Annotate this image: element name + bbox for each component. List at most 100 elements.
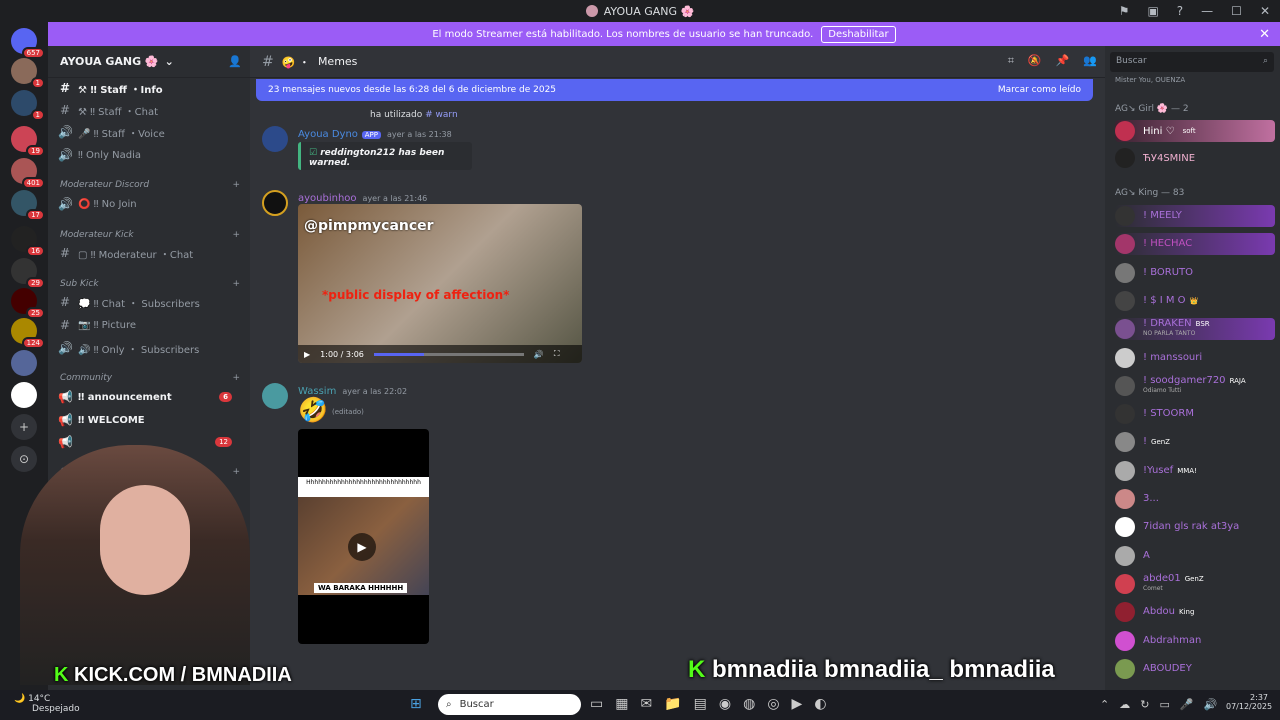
member-item[interactable]: ! DRAKEN BSR NO PARLA TANTO	[1115, 318, 1275, 341]
avatar[interactable]	[262, 126, 288, 152]
discord-home-icon[interactable]: 657	[11, 28, 45, 59]
channel-item[interactable]: 🔊 ‼ Only Nadia	[58, 145, 238, 165]
taskbar-search[interactable]: ⌕ Buscar	[438, 694, 581, 715]
server-icon[interactable]: 1	[11, 90, 45, 121]
channel-item[interactable]: # 📷 ‼ Picture	[58, 315, 238, 335]
server-icon[interactable]: 16	[11, 226, 45, 257]
category-header[interactable]: Community +	[60, 373, 240, 383]
obs-icon[interactable]: ◎	[767, 696, 779, 712]
sync-icon[interactable]: ↻	[1140, 698, 1149, 711]
windows-start-icon[interactable]: ⊞	[410, 696, 422, 712]
member-item[interactable]: ! STOORM	[1115, 403, 1275, 425]
progress-bar[interactable]	[373, 352, 524, 356]
category-header[interactable]: Sub Kick +	[60, 279, 240, 289]
member-item[interactable]: 7idan gls rak at3ya	[1115, 516, 1275, 538]
network-icon[interactable]: ▭	[1159, 698, 1169, 711]
task-view-icon[interactable]: ▭	[590, 696, 603, 712]
outlook-icon[interactable]: ✉	[640, 696, 652, 712]
video-player[interactable]: @pimpmycancer *public display of affecti…	[298, 204, 582, 363]
maximize-button[interactable]: ☐	[1231, 4, 1242, 18]
channel-item[interactable]: # ▢ ‼ Moderateur ・Chat	[58, 243, 238, 263]
mute-icon[interactable]: 🔕	[1028, 54, 1042, 68]
badge: 1	[30, 109, 45, 121]
server-header[interactable]: AYOUA GANG 🌸 ⌄ 👤	[48, 46, 250, 78]
plus-icon[interactable]: +	[232, 230, 240, 240]
play-icon[interactable]: ▶	[348, 533, 376, 561]
media-icon[interactable]: ▶	[792, 696, 803, 712]
close-window-button[interactable]: ✕	[1260, 4, 1270, 18]
username[interactable]: Ayoua Dyno	[298, 129, 358, 140]
member-item[interactable]: 3...	[1115, 488, 1275, 510]
server-icon[interactable]: 1	[11, 58, 45, 89]
command-link[interactable]: # warn	[425, 110, 458, 120]
volume-icon[interactable]: 🔊	[1204, 698, 1218, 711]
new-messages-bar[interactable]: 23 mensajes nuevos desde las 6:28 del 6 …	[256, 79, 1093, 101]
server-icon[interactable]: 401	[11, 158, 45, 189]
member-item[interactable]: abde01 GenZ Comet	[1115, 573, 1275, 595]
channel-item[interactable]: # ⚒ ‼ Staff ・Chat	[58, 100, 238, 120]
server-icon[interactable]: 25	[11, 288, 45, 319]
member-item[interactable]: ABOUDEY	[1115, 658, 1275, 680]
plus-icon[interactable]: +	[232, 279, 240, 289]
clock[interactable]: 2:37 07/12/2025	[1226, 693, 1272, 711]
mark-read-button[interactable]: Marcar como leído	[998, 85, 1081, 95]
server-icon[interactable]: 29	[11, 258, 45, 289]
chevron-up-icon[interactable]: ⌃	[1100, 698, 1109, 711]
avatar	[1115, 658, 1135, 679]
member-item[interactable]: ! soodgamer720 RAJA Odiamo Tutti	[1115, 375, 1275, 397]
disable-streamer-button[interactable]: Deshabilitar	[821, 25, 896, 43]
category-header[interactable]: Moderateur Kick +	[60, 230, 240, 240]
chrome-icon[interactable]: ◐	[814, 696, 826, 712]
play-icon[interactable]: ▶	[304, 350, 310, 359]
discord-icon[interactable]: ◍	[743, 696, 755, 712]
channel-item[interactable]: 📢 ‼ announcement 6	[58, 387, 238, 407]
photos-icon[interactable]: ▤	[694, 696, 707, 712]
help-icon[interactable]: ?	[1177, 4, 1183, 18]
server-icon[interactable]: 17	[11, 190, 45, 221]
member-item[interactable]: ! HECHAC	[1115, 233, 1275, 256]
member-item[interactable]: ! GenZ	[1115, 431, 1275, 453]
cloud-icon[interactable]: ☁	[1119, 698, 1130, 711]
steam-icon[interactable]: ◉	[719, 696, 731, 712]
member-item[interactable]: ! MEELY	[1115, 205, 1275, 227]
member-item[interactable]: ! $ I M O 👑	[1115, 290, 1275, 312]
member-item[interactable]: Abdrahman	[1115, 630, 1275, 652]
members-icon[interactable]: 👥	[1083, 54, 1097, 68]
close-icon[interactable]: ✕	[1259, 27, 1270, 42]
username[interactable]: ayoubinhoo	[298, 193, 357, 204]
weather[interactable]: 🌙 14°C Despejado	[14, 694, 80, 714]
member-item[interactable]: ЋУ4SMINE	[1115, 147, 1275, 169]
store-icon[interactable]: ▦	[615, 696, 628, 712]
fullscreen-icon[interactable]: ⛶	[554, 349, 560, 359]
plus-icon[interactable]: +	[232, 373, 240, 383]
minimize-button[interactable]: —	[1201, 4, 1213, 18]
server-icon[interactable]: 19	[11, 126, 45, 157]
inbox-icon[interactable]: ⚑	[1119, 4, 1130, 18]
volume-icon[interactable]: 🔊	[534, 350, 544, 359]
member-item[interactable]: !Yusef MMA!	[1115, 460, 1275, 482]
avatar[interactable]	[262, 383, 288, 409]
avatar[interactable]	[262, 190, 288, 216]
server-icon[interactable]: 124	[11, 318, 45, 349]
live-server-icon[interactable]	[11, 382, 37, 408]
category-header[interactable]: Moderateur Discord +	[60, 180, 240, 190]
member-item[interactable]: ! BORUTO	[1115, 262, 1275, 284]
search-input[interactable]: Buscar ⌕	[1110, 52, 1274, 72]
add-member-icon[interactable]: 👤	[228, 55, 242, 68]
channel-item[interactable]: # ⚒ ‼ Staff ・Info	[58, 78, 238, 98]
channel-item[interactable]: 🔊 🎤 ‼ Staff ・Voice	[58, 122, 238, 142]
server-icon[interactable]	[11, 350, 37, 376]
channel-item[interactable]: 🔊 🔊 ‼ Only ・ Subscribers	[58, 338, 238, 358]
folder-icon[interactable]: 📁	[664, 696, 681, 712]
member-item[interactable]: Abdou King	[1115, 601, 1275, 623]
member-item[interactable]: Hini ♡ soft	[1115, 120, 1275, 142]
channel-item[interactable]: 🔊 ⭕ ‼ No Join	[58, 194, 238, 214]
screen-icon[interactable]: ▣	[1147, 4, 1158, 18]
member-item[interactable]: A	[1115, 545, 1275, 567]
channel-item[interactable]: # 💭 ‼ Chat ・ Subscribers	[58, 292, 238, 312]
pin-icon[interactable]: 📌	[1056, 54, 1070, 68]
plus-icon[interactable]: +	[232, 180, 240, 190]
mic-icon[interactable]: 🎤	[1180, 698, 1194, 711]
threads-icon[interactable]: ⌗	[1008, 54, 1014, 68]
member-item[interactable]: ! manssouri	[1115, 347, 1275, 369]
